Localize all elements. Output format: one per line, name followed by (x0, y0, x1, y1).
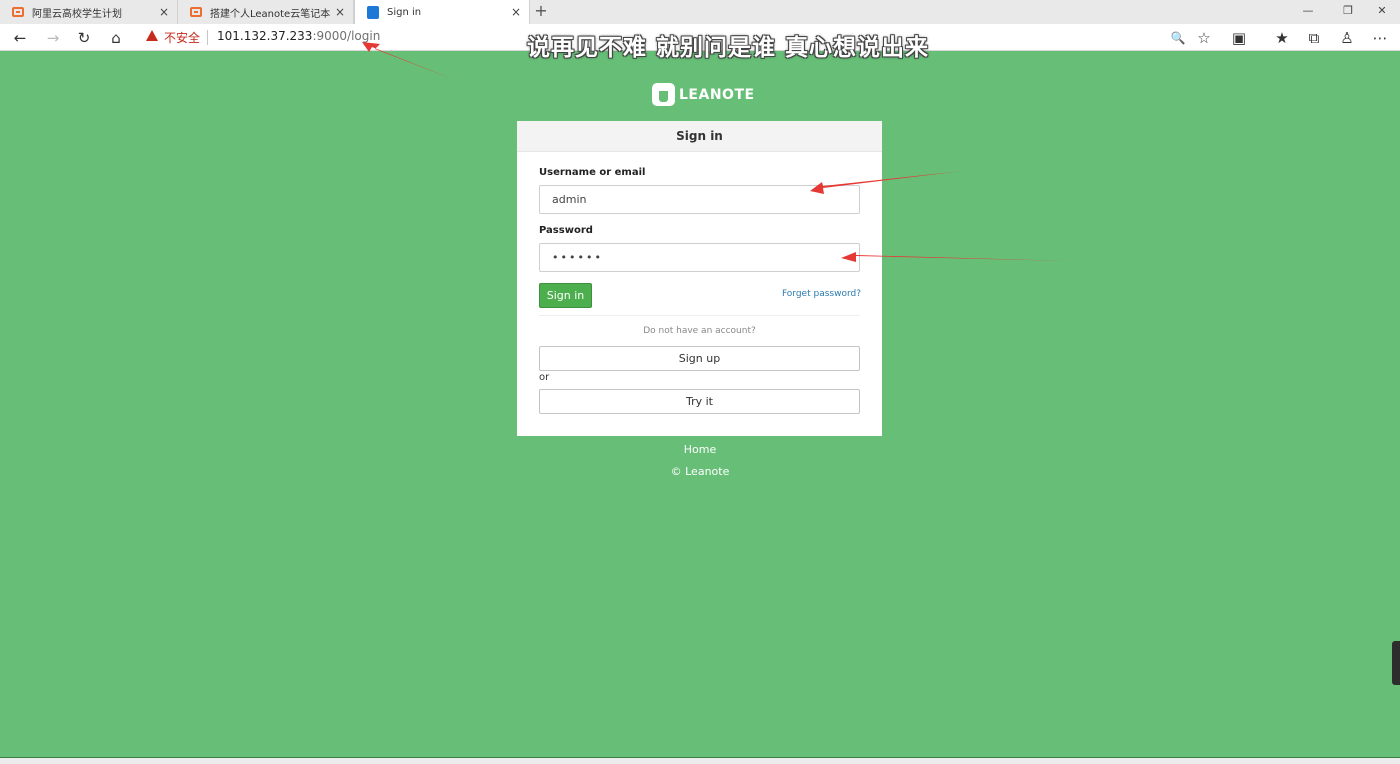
home-link[interactable]: Home (0, 443, 1400, 456)
profile-icon[interactable]: ♙ (1335, 27, 1359, 49)
minimize-button[interactable]: — (1288, 0, 1328, 22)
tab-close-icon[interactable]: × (509, 5, 523, 19)
tab-aliyun-students[interactable]: 阿里云高校学生计划 × (0, 0, 178, 24)
overlay-subtitle: 说再见不难 就别问是谁 真心想说出来 (527, 35, 930, 61)
leanote-logo[interactable]: LEANOTE (652, 83, 755, 106)
forward-arrow-icon[interactable]: → (41, 27, 65, 49)
taskbar-edge (0, 757, 1400, 764)
address-bar-url[interactable]: 101.132.37.233:9000/login (217, 29, 380, 43)
collections-icon[interactable]: ⧉ (1302, 27, 1326, 49)
url-host: 101.132.37.233 (217, 29, 313, 43)
tab-close-icon[interactable]: × (333, 5, 347, 19)
home-icon[interactable]: ⌂ (104, 27, 128, 49)
tab-leanote-guide[interactable]: 搭建个人Leanote云笔记本 - 开发 × (178, 0, 354, 24)
url-separator (207, 30, 208, 45)
no-account-text: Do not have an account? (643, 326, 756, 336)
scroll-handle[interactable] (1392, 641, 1400, 685)
password-label: Password (539, 225, 593, 236)
sign-in-button[interactable]: Sign in (539, 283, 592, 308)
tab-label: 搭建个人Leanote云笔记本 - 开发 (210, 8, 333, 20)
copyright-text: © Leanote (670, 465, 730, 478)
password-input[interactable] (539, 243, 860, 272)
reload-icon[interactable]: ↻ (72, 27, 96, 49)
new-tab-button[interactable]: + (532, 0, 550, 24)
leanote-favicon-icon (367, 5, 379, 19)
tab-label: 阿里云高校学生计划 (32, 8, 122, 20)
forget-password-link[interactable]: Forget password? (782, 289, 861, 299)
aliyun-favicon-icon (12, 7, 24, 17)
divider (539, 315, 860, 316)
extension-icon[interactable]: ▣ (1227, 27, 1251, 49)
warning-triangle-icon (146, 30, 158, 41)
browser-tab-strip: 阿里云高校学生计划 × 搭建个人Leanote云笔记本 - 开发 × Sign … (0, 0, 1400, 24)
favorite-star-icon[interactable]: ☆ (1192, 27, 1216, 49)
or-text: or (539, 372, 550, 383)
zoom-icon[interactable]: 🔍 (1166, 27, 1190, 49)
username-label: Username or email (539, 167, 646, 178)
aliyun-favicon-icon (190, 7, 202, 17)
tab-sign-in[interactable]: Sign in × (354, 0, 530, 24)
tab-label: Sign in (387, 6, 422, 18)
close-window-button[interactable]: ✕ (1362, 0, 1400, 22)
tab-close-icon[interactable]: × (157, 5, 171, 19)
logo-text: LEANOTE (679, 86, 755, 103)
back-arrow-icon[interactable]: ← (8, 27, 32, 49)
favorites-bar-icon[interactable]: ★ (1270, 27, 1294, 49)
login-heading: Sign in (517, 121, 882, 152)
leanote-logo-icon (652, 83, 675, 106)
sign-up-button[interactable]: Sign up (539, 346, 860, 371)
username-input[interactable] (539, 185, 860, 214)
url-path: :9000/login (312, 29, 381, 43)
try-it-button[interactable]: Try it (539, 389, 860, 414)
menu-dots-icon[interactable]: ⋯ (1368, 27, 1392, 49)
login-card: Sign in Username or email Password Sign … (517, 121, 882, 436)
security-warning[interactable]: 不安全 (164, 29, 200, 46)
